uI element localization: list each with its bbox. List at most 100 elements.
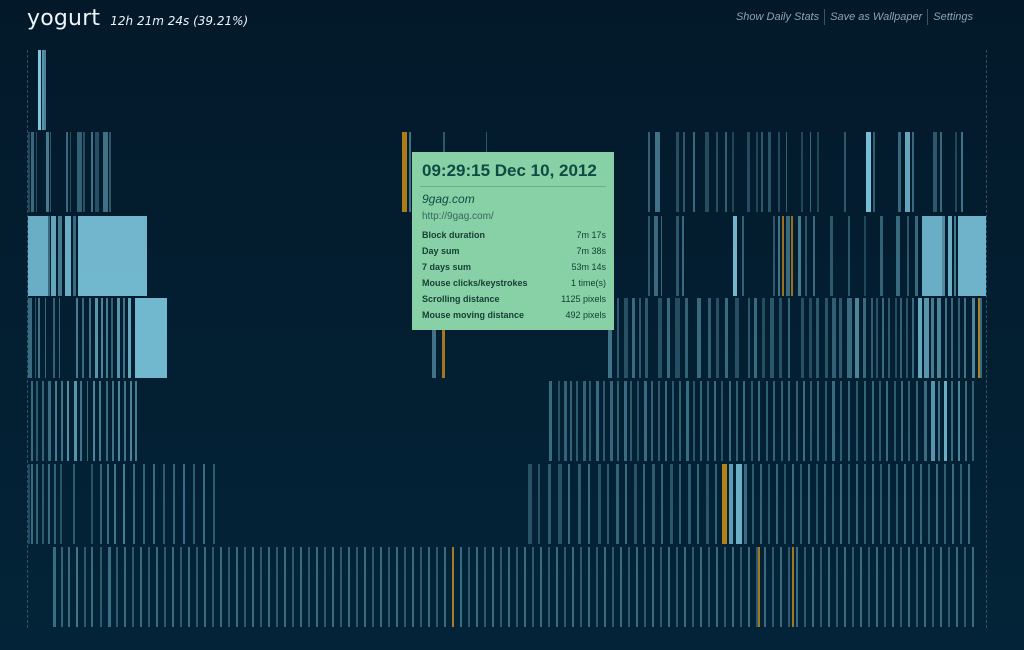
activity-bar[interactable]	[648, 216, 650, 296]
activity-bar[interactable]	[516, 547, 518, 627]
activity-bar[interactable]	[236, 547, 238, 627]
activity-bar[interactable]	[796, 547, 798, 627]
activity-bar[interactable]	[685, 298, 688, 378]
activity-bar[interactable]	[82, 298, 84, 378]
activity-bar[interactable]	[879, 381, 881, 461]
activity-bar[interactable]	[751, 381, 753, 461]
activity-bar[interactable]	[116, 547, 118, 627]
activity-bar[interactable]	[89, 298, 91, 378]
activity-bar[interactable]	[652, 464, 655, 544]
activity-bar[interactable]	[820, 547, 822, 627]
activity-bar[interactable]	[906, 298, 908, 378]
activity-bar[interactable]	[852, 547, 854, 627]
activity-bar[interactable]	[931, 381, 935, 461]
activity-bar[interactable]	[100, 464, 102, 544]
activity-bar[interactable]	[583, 381, 586, 461]
activity-bar[interactable]	[111, 298, 113, 378]
activity-bar[interactable]	[768, 464, 770, 544]
activity-bar[interactable]	[61, 381, 63, 461]
activity-bar[interactable]	[65, 216, 71, 296]
activity-bar[interactable]	[53, 547, 56, 627]
activity-bar[interactable]	[912, 298, 914, 378]
activity-highlight-bar[interactable]	[791, 216, 793, 296]
activity-bar[interactable]	[840, 381, 842, 461]
activity-bar[interactable]	[135, 381, 137, 461]
activity-bar[interactable]	[77, 132, 82, 212]
activity-bar[interactable]	[48, 216, 50, 296]
activity-bar[interactable]	[864, 464, 866, 544]
activity-bar[interactable]	[528, 464, 532, 544]
activity-bar[interactable]	[812, 547, 814, 627]
activity-bar[interactable]	[31, 464, 33, 544]
activity-bar[interactable]	[773, 381, 775, 461]
activity-bar[interactable]	[612, 547, 614, 627]
activity-bar[interactable]	[624, 298, 628, 378]
activity-bar[interactable]	[658, 298, 662, 378]
activity-bar[interactable]	[100, 547, 102, 627]
activity-bar[interactable]	[213, 464, 215, 544]
activity-bar[interactable]	[53, 298, 55, 378]
activity-bar[interactable]	[798, 216, 801, 296]
activity-bar[interactable]	[637, 381, 639, 461]
activity-bar[interactable]	[135, 298, 167, 378]
activity-bar[interactable]	[91, 464, 93, 544]
activity-bar[interactable]	[130, 381, 132, 461]
activity-bar[interactable]	[51, 216, 56, 296]
activity-bar[interactable]	[140, 547, 142, 627]
timeline-row[interactable]	[28, 50, 986, 130]
activity-bar[interactable]	[872, 381, 874, 461]
activity-bar[interactable]	[252, 547, 254, 627]
activity-bar[interactable]	[810, 381, 812, 461]
activity-bar[interactable]	[735, 298, 739, 378]
activity-bar[interactable]	[548, 464, 551, 544]
activity-bar[interactable]	[817, 381, 819, 461]
activity-bar[interactable]	[596, 381, 599, 461]
activity-bar[interactable]	[871, 298, 873, 378]
activity-bar[interactable]	[80, 381, 82, 461]
activity-bar[interactable]	[725, 298, 728, 378]
activity-bar[interactable]	[740, 547, 742, 627]
activity-bar[interactable]	[733, 216, 737, 296]
activity-bar[interactable]	[684, 547, 686, 627]
activity-bar[interactable]	[924, 547, 926, 627]
activity-bar[interactable]	[754, 298, 757, 378]
activity-bar[interactable]	[83, 132, 85, 212]
activity-bar[interactable]	[900, 547, 902, 627]
activity-bar[interactable]	[937, 298, 941, 378]
activity-bar[interactable]	[625, 464, 627, 544]
activity-bar[interactable]	[607, 464, 609, 544]
activity-bar[interactable]	[856, 464, 858, 544]
activity-bar[interactable]	[372, 547, 374, 627]
activity-bar[interactable]	[773, 216, 775, 296]
activity-bar[interactable]	[958, 216, 986, 296]
activity-bar[interactable]	[828, 547, 830, 627]
activity-bar[interactable]	[948, 547, 950, 627]
activity-bar[interactable]	[780, 547, 782, 627]
activity-bar[interactable]	[778, 132, 780, 212]
activity-bar[interactable]	[193, 464, 195, 544]
activity-bar[interactable]	[380, 547, 382, 627]
activity-highlight-bar[interactable]	[402, 132, 407, 212]
activity-bar[interactable]	[276, 547, 278, 627]
activity-bar[interactable]	[805, 216, 807, 296]
activity-bar[interactable]	[654, 216, 658, 296]
activity-bar[interactable]	[570, 381, 572, 461]
activity-bar[interactable]	[532, 547, 534, 627]
activity-bar[interactable]	[915, 216, 918, 296]
activity-bar[interactable]	[697, 464, 699, 544]
activity-bar[interactable]	[944, 464, 946, 544]
activity-bar[interactable]	[620, 547, 622, 627]
timeline-row[interactable]	[28, 464, 986, 544]
activity-bar[interactable]	[836, 547, 838, 627]
activity-bar[interactable]	[624, 381, 627, 461]
activity-bar[interactable]	[968, 464, 970, 544]
activity-bar[interactable]	[604, 547, 606, 627]
activity-bar[interactable]	[880, 216, 883, 296]
activity-bar[interactable]	[644, 547, 646, 627]
activity-bar[interactable]	[616, 464, 619, 544]
activity-bar[interactable]	[658, 381, 660, 461]
activity-bar[interactable]	[665, 381, 667, 461]
timeline-row[interactable]	[28, 547, 986, 627]
activity-bar[interactable]	[648, 132, 650, 212]
activity-bar[interactable]	[895, 298, 897, 378]
